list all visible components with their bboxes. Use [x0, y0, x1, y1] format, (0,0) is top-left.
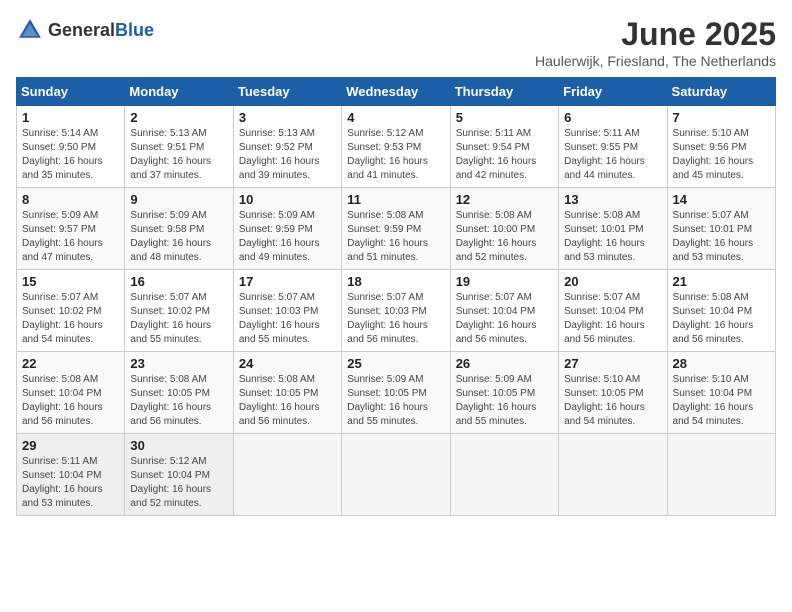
calendar-day-19: 19Sunrise: 5:07 AM Sunset: 10:04 PM Dayl…	[450, 270, 558, 352]
generalblue-logo-icon	[16, 16, 44, 44]
calendar-day-15: 15Sunrise: 5:07 AM Sunset: 10:02 PM Dayl…	[17, 270, 125, 352]
header-friday: Friday	[559, 78, 667, 106]
calendar-day-16: 16Sunrise: 5:07 AM Sunset: 10:02 PM Dayl…	[125, 270, 233, 352]
calendar-day-24: 24Sunrise: 5:08 AM Sunset: 10:05 PM Dayl…	[233, 352, 341, 434]
calendar-day-17: 17Sunrise: 5:07 AM Sunset: 10:03 PM Dayl…	[233, 270, 341, 352]
logo-general: General	[48, 20, 115, 40]
header-thursday: Thursday	[450, 78, 558, 106]
calendar-day-10: 10Sunrise: 5:09 AM Sunset: 9:59 PM Dayli…	[233, 188, 341, 270]
calendar-week-1: 1Sunrise: 5:14 AM Sunset: 9:50 PM Daylig…	[17, 106, 776, 188]
calendar-day-2: 2Sunrise: 5:13 AM Sunset: 9:51 PM Daylig…	[125, 106, 233, 188]
logo: GeneralBlue	[16, 16, 154, 44]
calendar-day-18: 18Sunrise: 5:07 AM Sunset: 10:03 PM Dayl…	[342, 270, 450, 352]
page-header: GeneralBlue June 2025 Haulerwijk, Friesl…	[16, 16, 776, 69]
calendar-day-6: 6Sunrise: 5:11 AM Sunset: 9:55 PM Daylig…	[559, 106, 667, 188]
calendar-day-30: 30Sunrise: 5:12 AM Sunset: 10:04 PM Dayl…	[125, 434, 233, 516]
month-title: June 2025	[535, 16, 776, 53]
header-sunday: Sunday	[17, 78, 125, 106]
calendar-table: SundayMondayTuesdayWednesdayThursdayFrid…	[16, 77, 776, 516]
calendar-day-1: 1Sunrise: 5:14 AM Sunset: 9:50 PM Daylig…	[17, 106, 125, 188]
calendar-day-empty	[450, 434, 558, 516]
calendar-day-23: 23Sunrise: 5:08 AM Sunset: 10:05 PM Dayl…	[125, 352, 233, 434]
calendar-day-12: 12Sunrise: 5:08 AM Sunset: 10:00 PM Dayl…	[450, 188, 558, 270]
calendar-day-25: 25Sunrise: 5:09 AM Sunset: 10:05 PM Dayl…	[342, 352, 450, 434]
calendar-day-empty	[233, 434, 341, 516]
calendar-day-empty	[342, 434, 450, 516]
calendar-day-empty	[559, 434, 667, 516]
calendar-day-4: 4Sunrise: 5:12 AM Sunset: 9:53 PM Daylig…	[342, 106, 450, 188]
calendar-day-9: 9Sunrise: 5:09 AM Sunset: 9:58 PM Daylig…	[125, 188, 233, 270]
calendar-day-20: 20Sunrise: 5:07 AM Sunset: 10:04 PM Dayl…	[559, 270, 667, 352]
calendar-day-22: 22Sunrise: 5:08 AM Sunset: 10:04 PM Dayl…	[17, 352, 125, 434]
header-monday: Monday	[125, 78, 233, 106]
calendar-day-11: 11Sunrise: 5:08 AM Sunset: 9:59 PM Dayli…	[342, 188, 450, 270]
calendar-day-29: 29Sunrise: 5:11 AM Sunset: 10:04 PM Dayl…	[17, 434, 125, 516]
calendar-day-empty	[667, 434, 775, 516]
calendar-day-8: 8Sunrise: 5:09 AM Sunset: 9:57 PM Daylig…	[17, 188, 125, 270]
title-area: June 2025 Haulerwijk, Friesland, The Net…	[535, 16, 776, 69]
logo-blue: Blue	[115, 20, 154, 40]
calendar-header-row: SundayMondayTuesdayWednesdayThursdayFrid…	[17, 78, 776, 106]
calendar-day-27: 27Sunrise: 5:10 AM Sunset: 10:05 PM Dayl…	[559, 352, 667, 434]
calendar-week-4: 22Sunrise: 5:08 AM Sunset: 10:04 PM Dayl…	[17, 352, 776, 434]
calendar-day-21: 21Sunrise: 5:08 AM Sunset: 10:04 PM Dayl…	[667, 270, 775, 352]
calendar-week-5: 29Sunrise: 5:11 AM Sunset: 10:04 PM Dayl…	[17, 434, 776, 516]
header-wednesday: Wednesday	[342, 78, 450, 106]
calendar-week-3: 15Sunrise: 5:07 AM Sunset: 10:02 PM Dayl…	[17, 270, 776, 352]
calendar-day-3: 3Sunrise: 5:13 AM Sunset: 9:52 PM Daylig…	[233, 106, 341, 188]
header-tuesday: Tuesday	[233, 78, 341, 106]
calendar-day-26: 26Sunrise: 5:09 AM Sunset: 10:05 PM Dayl…	[450, 352, 558, 434]
logo-text: GeneralBlue	[48, 20, 154, 41]
calendar-day-28: 28Sunrise: 5:10 AM Sunset: 10:04 PM Dayl…	[667, 352, 775, 434]
header-saturday: Saturday	[667, 78, 775, 106]
calendar-day-14: 14Sunrise: 5:07 AM Sunset: 10:01 PM Dayl…	[667, 188, 775, 270]
calendar-day-13: 13Sunrise: 5:08 AM Sunset: 10:01 PM Dayl…	[559, 188, 667, 270]
location: Haulerwijk, Friesland, The Netherlands	[535, 53, 776, 69]
calendar-day-7: 7Sunrise: 5:10 AM Sunset: 9:56 PM Daylig…	[667, 106, 775, 188]
calendar-week-2: 8Sunrise: 5:09 AM Sunset: 9:57 PM Daylig…	[17, 188, 776, 270]
calendar-day-5: 5Sunrise: 5:11 AM Sunset: 9:54 PM Daylig…	[450, 106, 558, 188]
